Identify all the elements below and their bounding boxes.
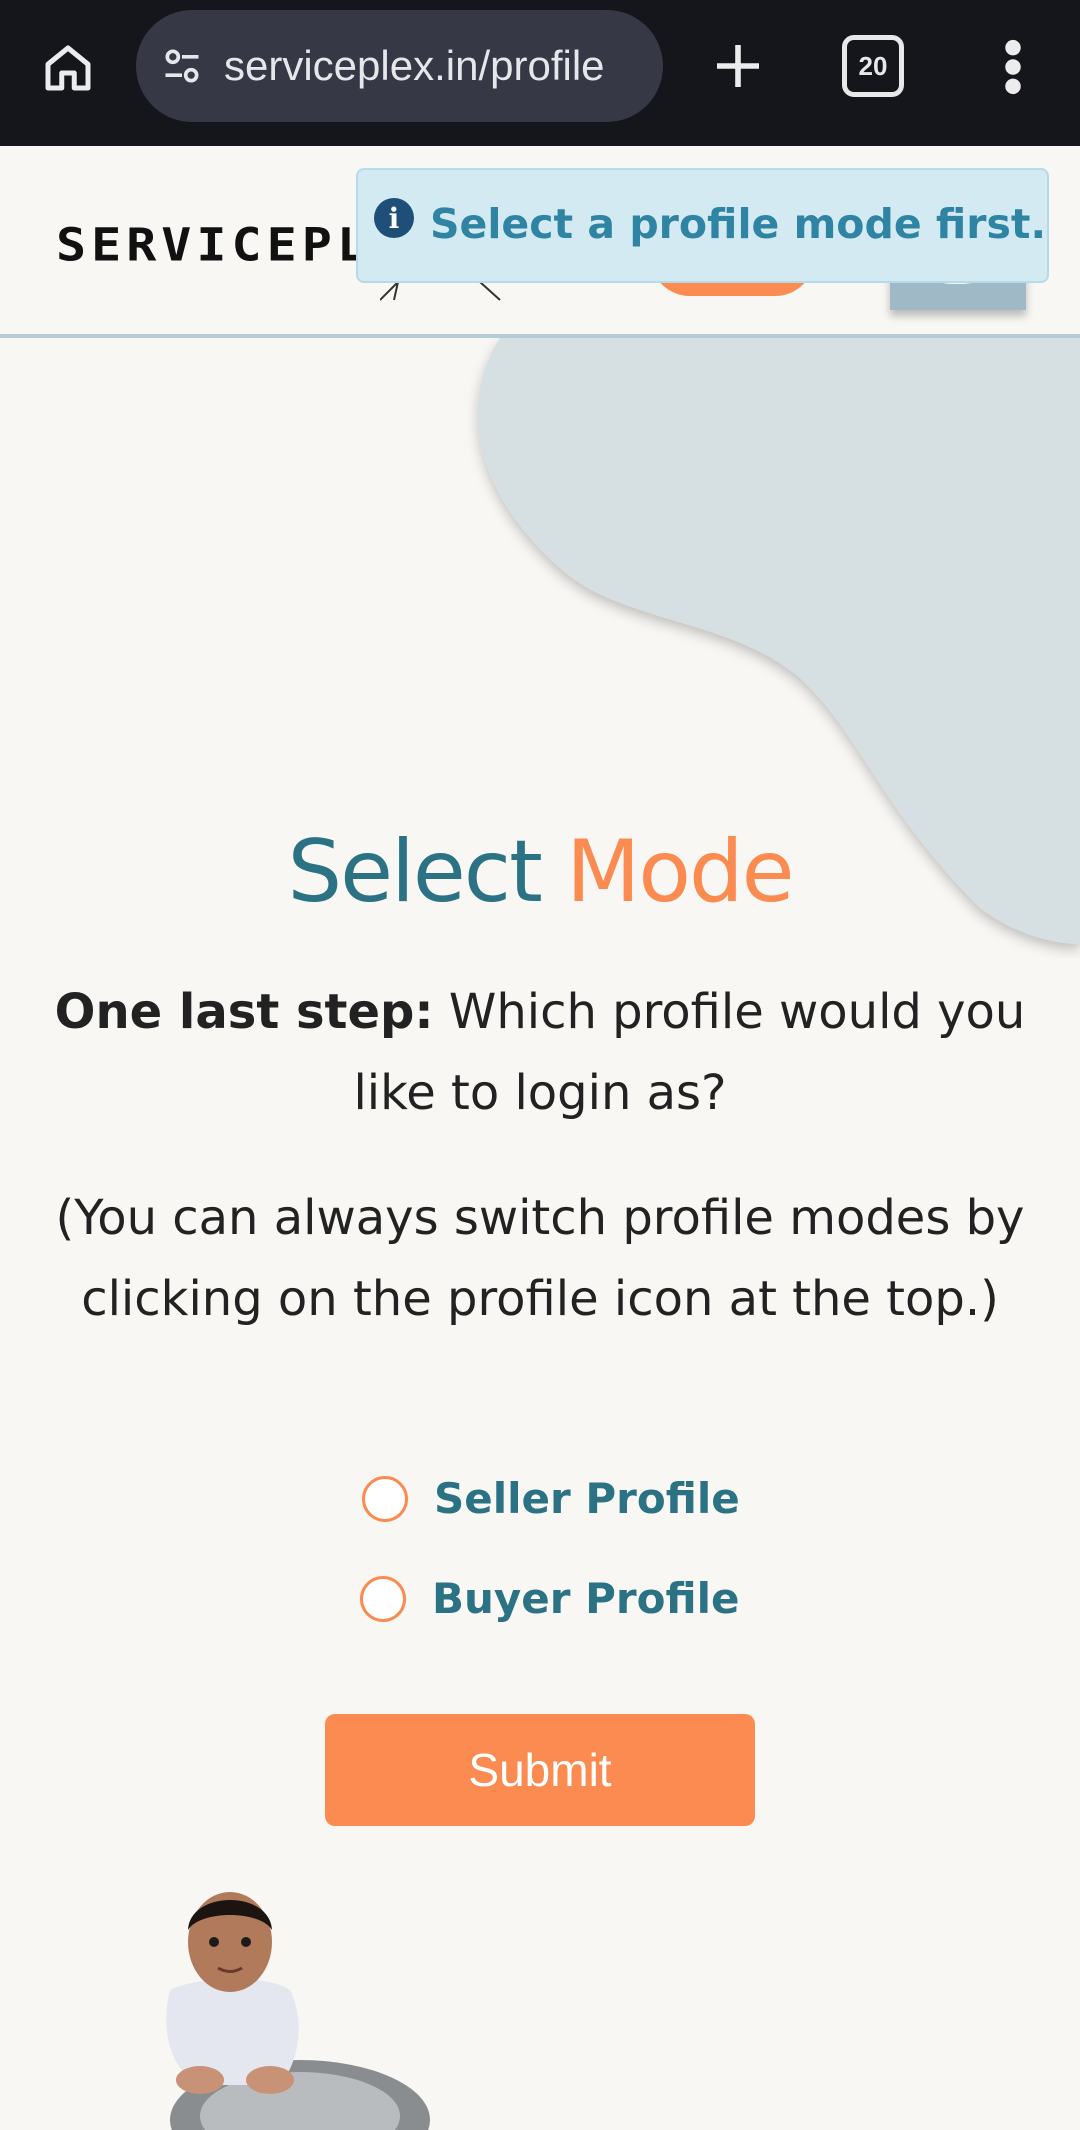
buyer-profile-option[interactable]: Buyer Profile — [360, 1574, 739, 1623]
seller-profile-radio[interactable] — [362, 1475, 408, 1522]
mascot-illustration — [166, 1892, 430, 2130]
site-logo[interactable]: SERVICEPL — [56, 219, 372, 271]
submit-button[interactable]: Submit — [325, 1714, 755, 1826]
url-text[interactable]: serviceplex.in/profile — [224, 42, 605, 90]
instruction-bold: One last step: — [54, 984, 434, 1040]
toast-message: Select a profile mode first. — [430, 200, 1047, 248]
address-bar[interactable]: serviceplex.in/profile — [136, 10, 663, 122]
browser-toolbar: serviceplex.in/profile 20 — [0, 0, 1080, 146]
title-word-select: Select — [287, 822, 543, 922]
buyer-profile-radio[interactable] — [360, 1575, 406, 1622]
instruction-body: Which profile would you like to login as… — [353, 984, 1026, 1121]
tabs-icon[interactable]: 20 — [842, 35, 904, 97]
switch-note: (You can always switch profile modes by … — [55, 1190, 1025, 1327]
seller-profile-option[interactable]: Seller Profile — [362, 1474, 740, 1523]
instruction-text: One last step: Which profile would you l… — [40, 972, 1040, 1134]
buyer-profile-label[interactable]: Buyer Profile — [432, 1574, 739, 1623]
home-icon[interactable] — [30, 30, 106, 106]
page-title: Select Mode — [0, 822, 1080, 922]
more-vert-icon[interactable] — [990, 36, 1036, 98]
toast-notification: i Select a profile mode first. — [356, 168, 1049, 283]
plus-icon[interactable] — [700, 28, 776, 104]
info-icon: i — [374, 198, 414, 238]
seller-profile-label[interactable]: Seller Profile — [434, 1474, 740, 1523]
title-word-mode: Mode — [566, 822, 794, 922]
tab-count: 20 — [858, 50, 888, 81]
tune-icon[interactable] — [158, 42, 206, 90]
